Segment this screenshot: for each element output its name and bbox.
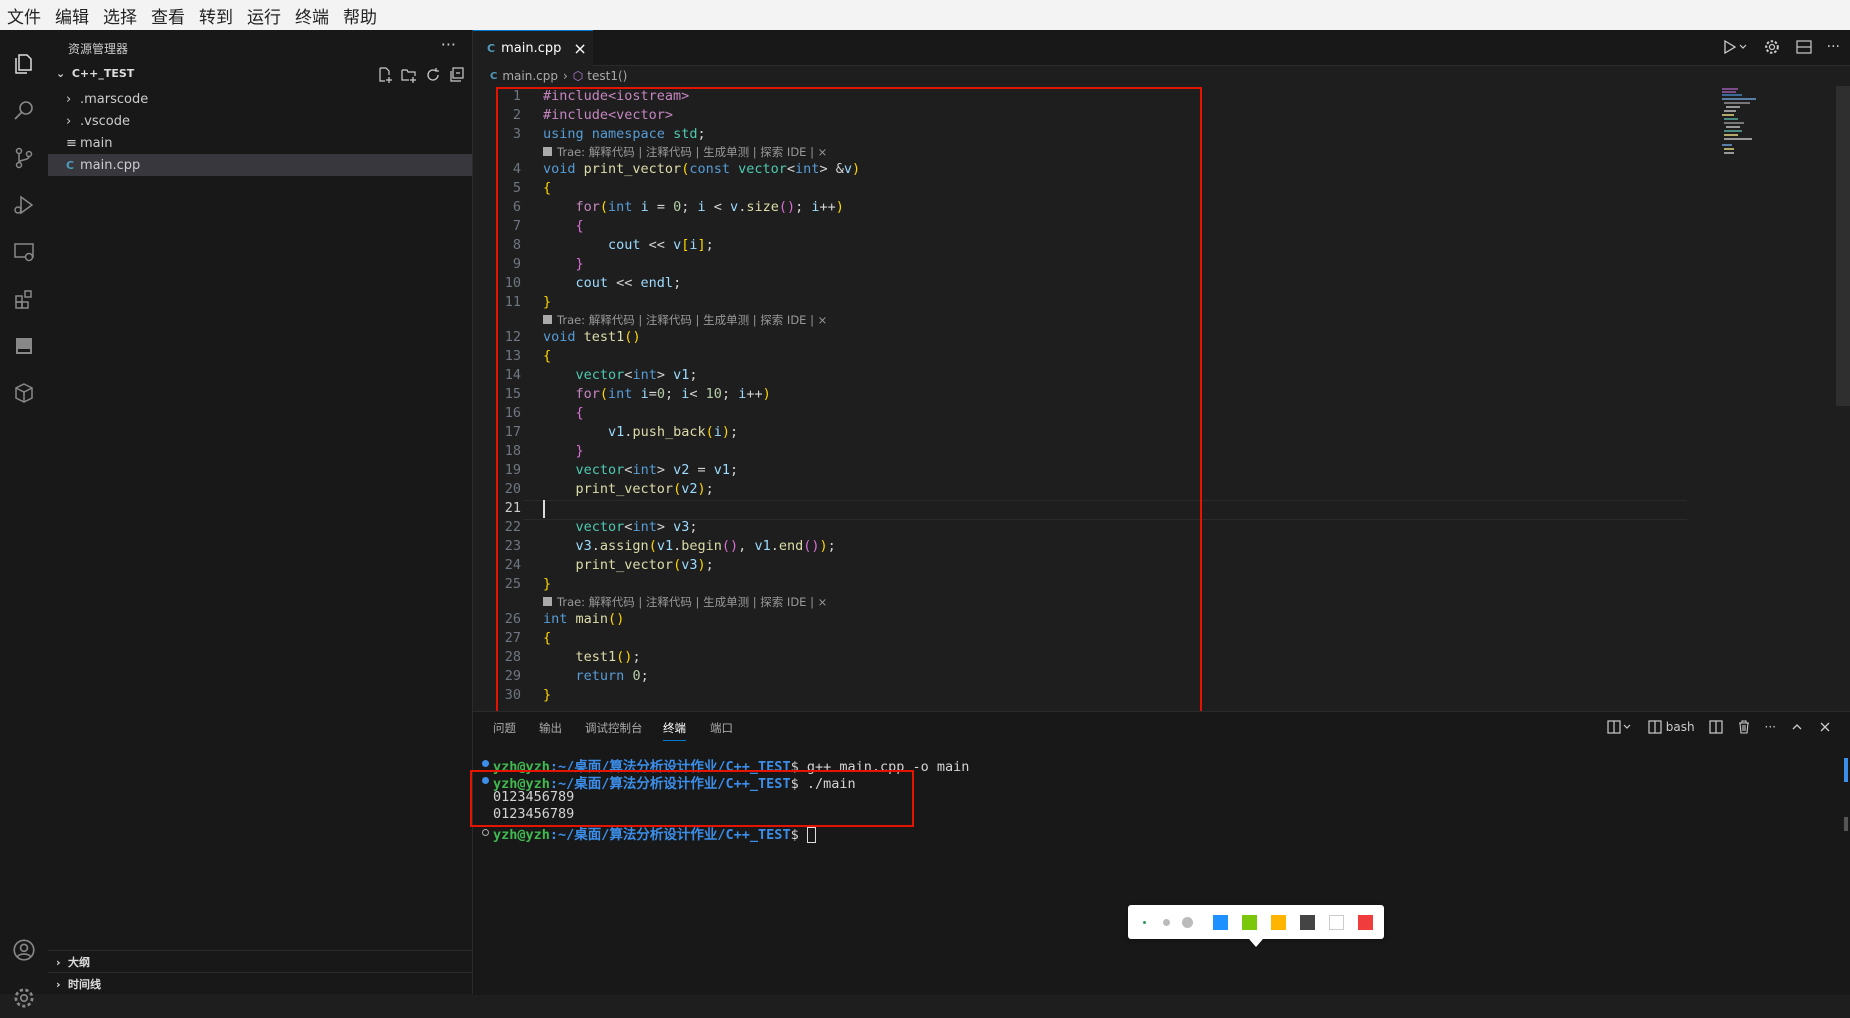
menu-terminal[interactable]: 终端 xyxy=(288,3,336,28)
pen-size-medium[interactable] xyxy=(1163,919,1170,926)
close-icon[interactable] xyxy=(1818,720,1832,734)
new-folder-icon[interactable] xyxy=(400,66,418,84)
new-terminal-dropdown-icon[interactable] xyxy=(1606,719,1634,735)
code-highlight-box xyxy=(496,87,1202,720)
command-pending-dot xyxy=(482,829,489,836)
explorer-sidebar: 资源管理器 ··· ⌄ C++_TEST › .marscode › .vsco… xyxy=(48,30,473,994)
breadcrumb: C main.cpp › ⬡ test1() xyxy=(490,66,627,86)
color-swatch-red[interactable] xyxy=(1358,915,1373,930)
tree-item-marscode[interactable]: › .marscode xyxy=(48,88,472,110)
cpp-file-icon: C xyxy=(66,158,75,172)
menu-help[interactable]: 帮助 xyxy=(336,3,384,28)
cpp-file-icon: C xyxy=(487,42,496,55)
panel-icon[interactable] xyxy=(0,326,48,366)
color-swatch-dark[interactable] xyxy=(1300,915,1315,930)
menu-file[interactable]: 文件 xyxy=(0,3,48,28)
source-control-icon[interactable] xyxy=(0,138,48,178)
explorer-title: 资源管理器 xyxy=(68,42,129,56)
terminal-cursor xyxy=(806,827,816,843)
terminal-icon xyxy=(1648,720,1662,734)
menu-bar: 文件 编辑 选择 查看 转到 运行 终端 帮助 xyxy=(0,0,1850,30)
toolbar-pointer xyxy=(1249,939,1263,947)
run-debug-icon[interactable] xyxy=(0,185,48,225)
breadcrumb-file[interactable]: main.cpp xyxy=(502,69,558,83)
chevron-right-icon: › xyxy=(66,113,72,129)
menu-select[interactable]: 选择 xyxy=(96,3,144,28)
terminal-shell-selector[interactable]: bash xyxy=(1648,720,1695,734)
menu-view[interactable]: 查看 xyxy=(144,3,192,28)
refresh-icon[interactable] xyxy=(424,66,442,84)
search-icon[interactable] xyxy=(0,91,48,131)
activity-bar xyxy=(0,30,49,1008)
new-file-icon[interactable] xyxy=(376,66,394,84)
split-editor-icon[interactable] xyxy=(1795,38,1813,56)
tab-debug-console[interactable]: 调试控制台 xyxy=(585,720,643,736)
remote-explorer-icon[interactable] xyxy=(0,232,48,272)
extensions-icon[interactable] xyxy=(0,279,48,319)
project-header[interactable]: ⌄ C++_TEST xyxy=(56,67,134,80)
editor-tab-bar: C main.cpp × ··· xyxy=(473,30,1850,66)
tree-item-main[interactable]: ≡ main xyxy=(48,132,472,154)
menu-run[interactable]: 运行 xyxy=(240,3,288,28)
chevron-up-icon[interactable] xyxy=(1790,720,1804,734)
cpp-file-icon: C xyxy=(490,70,498,82)
chevron-right-icon: › xyxy=(56,977,61,991)
panel-actions: bash ··· xyxy=(1606,719,1832,735)
outline-section[interactable]: › 大纲 xyxy=(48,950,472,973)
tree-item-vscode[interactable]: › .vscode xyxy=(48,110,472,132)
command-success-dot xyxy=(482,760,489,767)
color-swatch-white[interactable] xyxy=(1329,915,1344,930)
tree-item-main-cpp[interactable]: C main.cpp xyxy=(48,154,472,176)
gear-icon[interactable] xyxy=(0,978,48,1018)
editor-scrollbar[interactable] xyxy=(1836,86,1850,406)
symbol-method-icon: ⬡ xyxy=(572,69,584,83)
terminal-scrollbar[interactable] xyxy=(1844,817,1848,831)
account-icon[interactable] xyxy=(0,930,48,970)
tab-terminal[interactable]: 终端 xyxy=(663,720,686,741)
menu-goto[interactable]: 转到 xyxy=(192,3,240,28)
annotation-color-toolbar xyxy=(1128,905,1384,947)
split-terminal-icon[interactable] xyxy=(1708,720,1723,734)
output-highlight-box xyxy=(470,770,914,827)
breadcrumb-separator-icon: › xyxy=(562,69,568,83)
pen-size-small[interactable] xyxy=(1143,921,1146,924)
chevron-down-icon: ⌄ xyxy=(56,67,66,80)
project-name: C++_TEST xyxy=(71,67,135,80)
gear-icon[interactable] xyxy=(1763,38,1781,56)
explorer-icon[interactable] xyxy=(0,44,48,84)
chevron-right-icon: › xyxy=(56,955,61,969)
trash-icon[interactable] xyxy=(1737,720,1751,734)
menu-edit[interactable]: 编辑 xyxy=(48,3,96,28)
text-file-icon: ≡ xyxy=(66,135,77,151)
timeline-section[interactable]: › 时间线 xyxy=(48,972,472,995)
bottom-panel: 问题 输出 调试控制台 终端 端口 bash ··· yzh@yzh:~/桌面/… xyxy=(473,711,1850,995)
tab-problems[interactable]: 问题 xyxy=(493,720,516,736)
tab-close-button[interactable]: × xyxy=(573,39,586,58)
more-actions-icon[interactable]: ··· xyxy=(1827,39,1840,55)
color-swatch-yellow[interactable] xyxy=(1271,915,1286,930)
editor-actions: ··· xyxy=(1721,38,1840,56)
tab-main-cpp[interactable]: C main.cpp × xyxy=(473,30,593,66)
color-swatch-green[interactable] xyxy=(1242,915,1257,930)
pen-size-large[interactable] xyxy=(1182,917,1193,928)
minimap[interactable] xyxy=(1720,86,1780,156)
explorer-more-button[interactable]: ··· xyxy=(441,35,456,54)
tab-ports[interactable]: 端口 xyxy=(710,720,733,736)
color-swatch-blue[interactable] xyxy=(1213,915,1228,930)
more-actions-icon[interactable]: ··· xyxy=(1765,720,1776,734)
package-icon[interactable] xyxy=(0,373,48,413)
chevron-right-icon: › xyxy=(66,91,72,107)
breadcrumb-symbol[interactable]: test1() xyxy=(587,69,627,83)
collapse-all-icon[interactable] xyxy=(448,66,466,84)
explorer-actions xyxy=(376,66,466,84)
tab-output[interactable]: 输出 xyxy=(539,720,562,736)
run-dropdown-icon[interactable] xyxy=(1721,38,1749,56)
terminal-scroll-marker xyxy=(1844,758,1848,782)
